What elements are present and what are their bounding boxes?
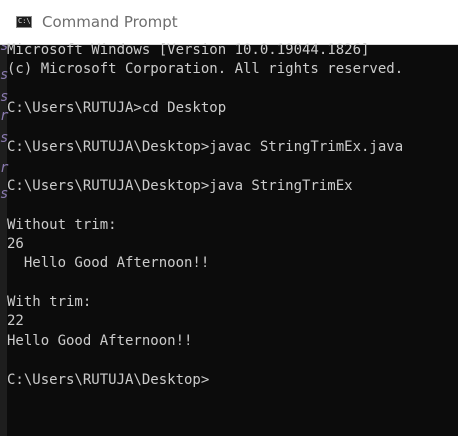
console-line: Hello Good Afternoon!! bbox=[7, 332, 193, 349]
console-prompt[interactable]: C:\Users\RUTUJA\Desktop> bbox=[7, 371, 458, 390]
command-prompt-window: r s s s r s r s C:\ Command Prompt Micro… bbox=[0, 0, 458, 436]
console-line: With trim: bbox=[7, 294, 92, 311]
console-output[interactable]: Microsoft Windows [Version 10.0.19044.18… bbox=[7, 41, 458, 436]
console-line: C:\Users\RUTUJA\Desktop>java StringTrimE… bbox=[7, 177, 353, 194]
console-line: (c) Microsoft Corporation. All rights re… bbox=[7, 61, 404, 78]
console-line: Microsoft Windows [Version 10.0.19044.18… bbox=[7, 42, 370, 58]
console-line: Hello Good Afternoon!! bbox=[7, 255, 210, 272]
console-line: C:\Users\RUTUJA\Desktop>javac StringTrim… bbox=[7, 138, 404, 155]
cmd-window-icon: C:\ bbox=[16, 16, 32, 28]
console-line: Without trim: bbox=[7, 216, 117, 233]
window-title: Command Prompt bbox=[42, 13, 178, 31]
console-line: 26 bbox=[7, 235, 24, 252]
background-editor-edge: r s s s r s r s bbox=[0, 0, 8, 436]
console-line: 22 bbox=[7, 313, 24, 330]
console-line: C:\Users\RUTUJA>cd Desktop bbox=[7, 100, 227, 117]
title-bar[interactable]: C:\ Command Prompt bbox=[0, 0, 458, 45]
